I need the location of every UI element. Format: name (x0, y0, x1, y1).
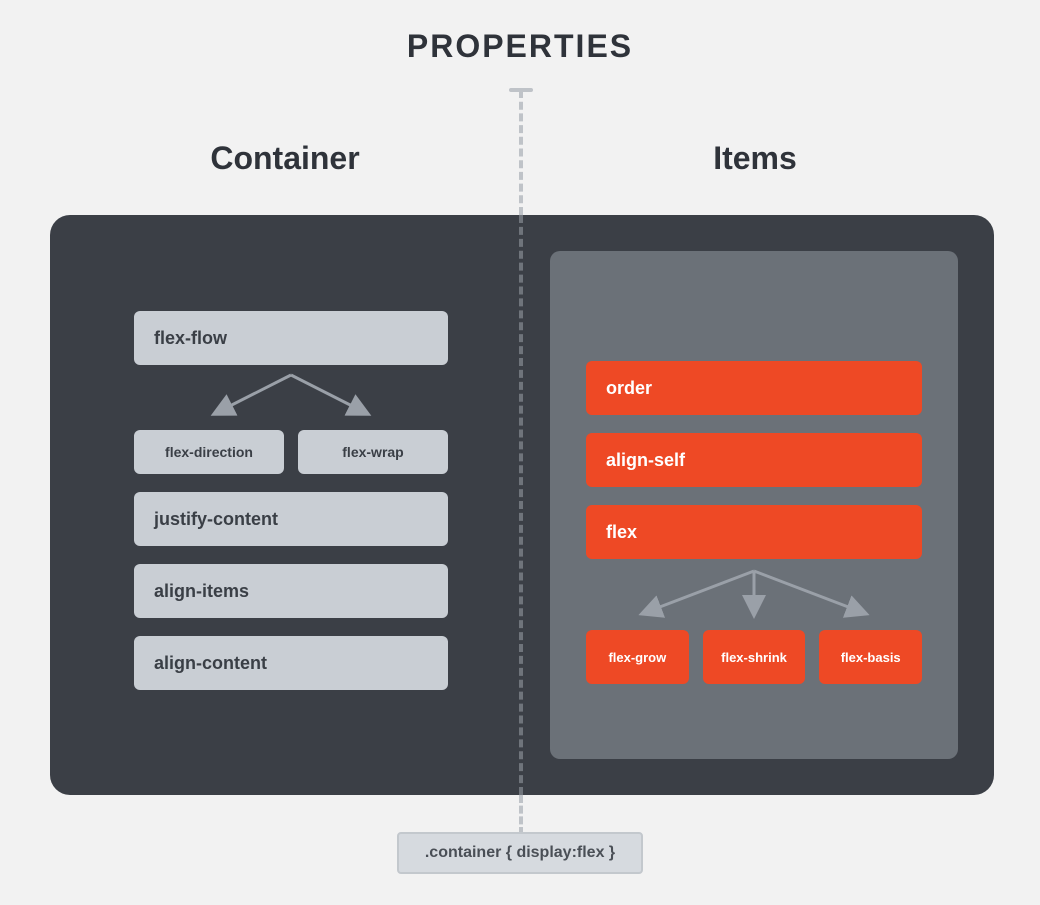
prop-align-items: align-items (134, 564, 448, 618)
prop-flex-basis: flex-basis (819, 630, 922, 684)
prop-flex-shrink: flex-shrink (703, 630, 806, 684)
prop-flex: flex (586, 505, 922, 559)
container-column: flex-flow flex-direction flex-wrap justi… (134, 311, 448, 708)
page-title: PROPERTIES (0, 28, 1040, 65)
arrows-items (586, 569, 922, 619)
divider-bottom (519, 795, 523, 835)
prop-justify-content: justify-content (134, 492, 448, 546)
header-container: Container (50, 140, 520, 177)
divider-panel (519, 215, 523, 795)
prop-align-self: align-self (586, 433, 922, 487)
caption-box: .container { display:flex } (0, 832, 1040, 874)
prop-align-content: align-content (134, 636, 448, 690)
main-panel: flex-flow flex-direction flex-wrap justi… (50, 215, 994, 795)
prop-flex-direction: flex-direction (134, 430, 284, 474)
prop-flex-grow: flex-grow (586, 630, 689, 684)
items-column: order align-self flex flex-grow flex-shr… (550, 251, 958, 759)
prop-flex-flow: flex-flow (134, 311, 448, 365)
caption-text: .container { display:flex } (397, 832, 643, 874)
column-headers: Container Items (50, 140, 990, 177)
prop-order: order (586, 361, 922, 415)
arrows-container (134, 373, 448, 419)
prop-flex-wrap: flex-wrap (298, 430, 448, 474)
header-items: Items (520, 140, 990, 177)
